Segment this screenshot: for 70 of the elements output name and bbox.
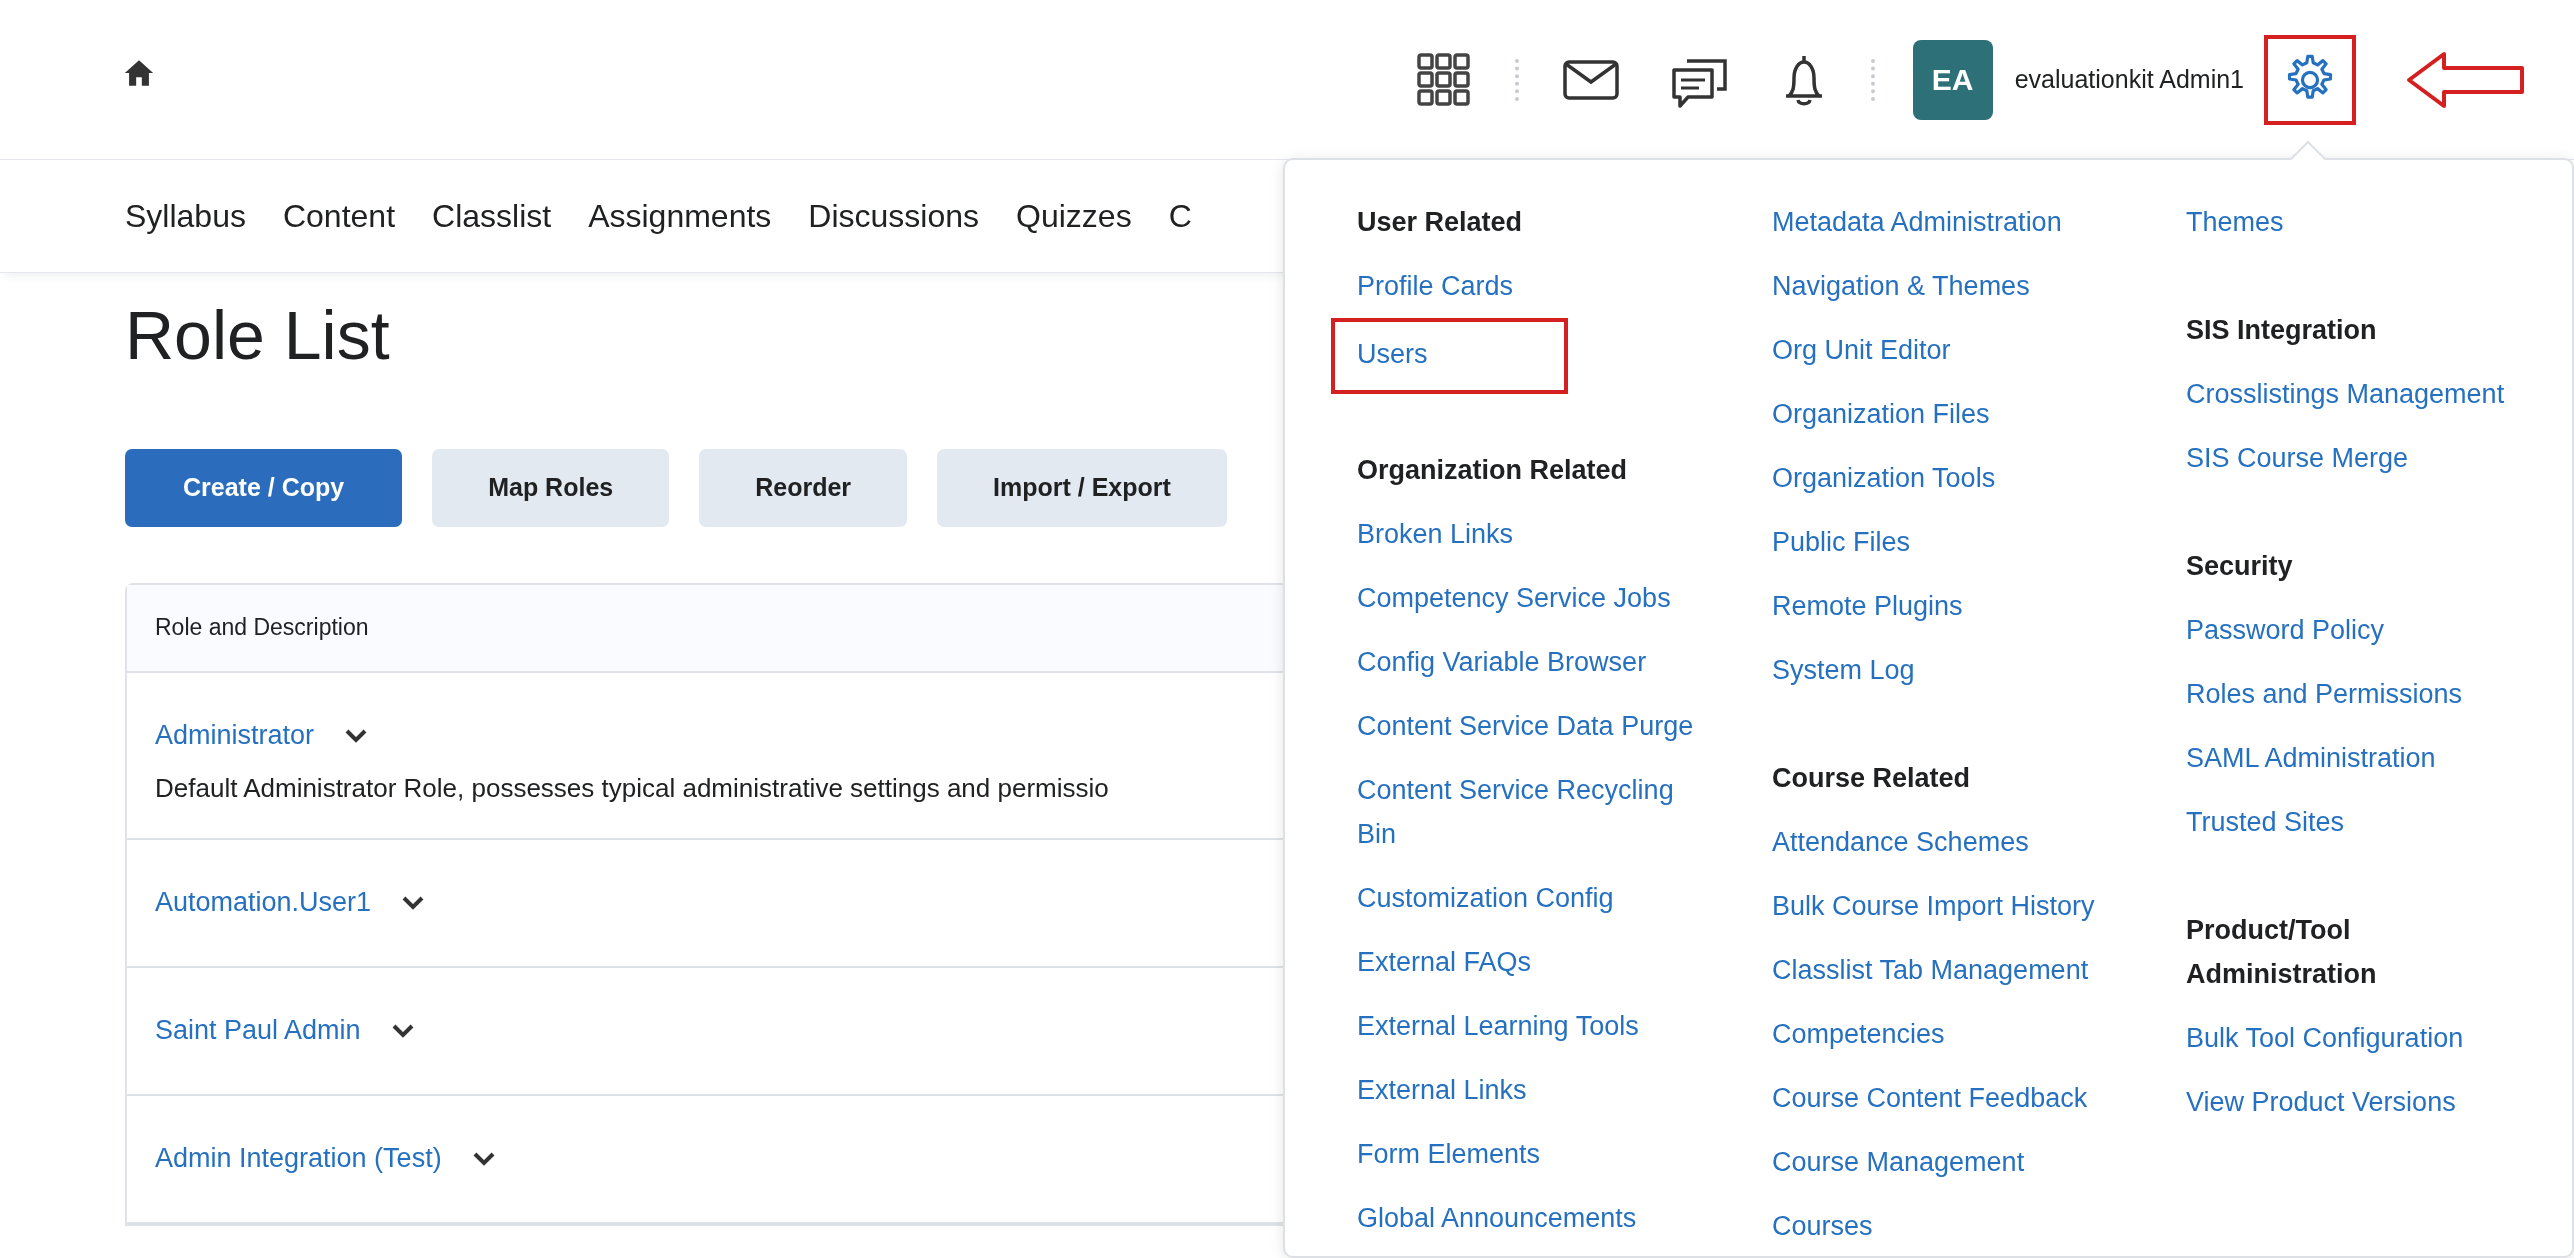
menu-link[interactable]: Public Files [1772, 510, 1911, 574]
menu-link[interactable]: Course Content Feedback [1772, 1066, 2088, 1130]
role-link[interactable]: Automation.User1 [155, 887, 372, 919]
nav-link[interactable]: Content [282, 197, 396, 235]
menu-link[interactable]: Customization Config [1357, 866, 1614, 930]
menu-link[interactable]: Navigation & Themes [1772, 254, 2030, 318]
nav-link[interactable]: Quizzes [1016, 197, 1132, 235]
role-link[interactable]: Administrator [155, 720, 315, 752]
menu-link[interactable]: Roles and Permissions [2186, 662, 2463, 726]
menu-link[interactable]: Config Variable Browser [1357, 630, 1647, 694]
mail-icon[interactable] [1562, 59, 1619, 100]
menu-link[interactable]: External Learning Tools [1357, 994, 1639, 1058]
menu-link[interactable]: Classlist Tab Management [1772, 938, 2089, 1002]
page-title: Role List [125, 296, 390, 375]
section-heading: Course Related [1772, 762, 1971, 795]
menu-link[interactable]: SAML Administration [2186, 726, 2436, 790]
menu-link[interactable]: External Links [1357, 1058, 1527, 1122]
menu-link[interactable]: System Log [1772, 638, 1915, 702]
menu-link[interactable]: Course Management [1772, 1130, 2025, 1194]
chevron-down-icon[interactable] [401, 894, 426, 911]
menu-link[interactable]: Org Unit Editor [1772, 318, 1951, 382]
action-button[interactable]: Map Roles [432, 448, 670, 527]
action-button[interactable]: Create / Copy [125, 448, 403, 527]
menu-link[interactable]: Bulk Tool Configuration [2186, 1006, 2464, 1070]
menu-link[interactable]: Remote Plugins [1772, 574, 1963, 638]
role-description: Default Administrator Role, possesses typical administrative settings and permissio [155, 772, 1109, 804]
section-heading: Product/Tool Administration [2186, 914, 2378, 991]
section-heading: User Related [1357, 206, 1523, 239]
nav-link[interactable]: Assignments [588, 197, 772, 235]
menu-link[interactable]: Organization Files [1772, 382, 1990, 446]
menu-link[interactable]: External FAQs [1357, 930, 1532, 994]
menu-link[interactable]: Bulk Course Import History [1772, 874, 2095, 938]
menu-link[interactable]: Content Service Data Purge [1357, 694, 1694, 758]
menu-link[interactable]: Competency Service Jobs [1357, 566, 1671, 630]
menu-link[interactable]: Crosslistings Management [2186, 362, 2505, 426]
nav-link[interactable]: Syllabus [125, 197, 246, 235]
chevron-down-icon[interactable] [390, 1022, 415, 1039]
user-name[interactable]: evaluationkit Admin1 [2014, 65, 2244, 94]
settings-button[interactable] [2264, 34, 2356, 125]
menu-link[interactable]: Attendance Schemes [1772, 810, 2029, 874]
menu-link[interactable]: Profile Cards [1357, 254, 1514, 318]
column-heading: Role and Description [155, 614, 369, 642]
nav-link[interactable]: Classlist [432, 197, 552, 235]
chevron-down-icon[interactable] [471, 1150, 496, 1167]
section-heading: SIS Integration [2186, 314, 2377, 347]
menu-link[interactable]: Metadata Administration [1772, 190, 2062, 254]
menu-link[interactable]: Content Service Recycling Bin [1357, 758, 1697, 866]
action-button[interactable]: Import / Export [937, 448, 1227, 527]
nav-link[interactable]: C [1168, 197, 1192, 235]
menu-link[interactable]: Trusted Sites [2186, 790, 2345, 854]
section-heading: Organization Related [1357, 454, 1628, 487]
chevron-down-icon[interactable] [344, 727, 369, 744]
menu-link[interactable]: Competencies [1772, 1002, 1945, 1066]
menu-link[interactable]: Form Elements [1357, 1122, 1541, 1186]
apps-grid-icon[interactable] [1416, 52, 1471, 107]
role-link[interactable]: Admin Integration (Test) [155, 1143, 442, 1175]
menu-link[interactable]: Password Policy [2186, 598, 2385, 662]
menu-link[interactable]: View Product Versions [2186, 1070, 2456, 1134]
menu-link[interactable]: SIS Course Merge [2186, 426, 2409, 490]
menu-link[interactable]: Users [1331, 318, 1568, 394]
nav-link[interactable]: Discussions [808, 197, 980, 235]
menu-link[interactable]: Broken Links [1357, 502, 1514, 566]
menu-link[interactable]: Global Announcements [1357, 1186, 1637, 1250]
action-button[interactable]: Reorder [699, 448, 908, 527]
menu-link[interactable]: Courses [1772, 1194, 1873, 1258]
section-heading: Security [2186, 550, 2293, 583]
user-avatar[interactable]: EA [1912, 39, 1993, 120]
role-link[interactable]: Saint Paul Admin [155, 1015, 361, 1047]
menu-link[interactable]: Organization Tools [1772, 446, 1996, 510]
menu-link[interactable]: Themes [2186, 190, 2284, 254]
